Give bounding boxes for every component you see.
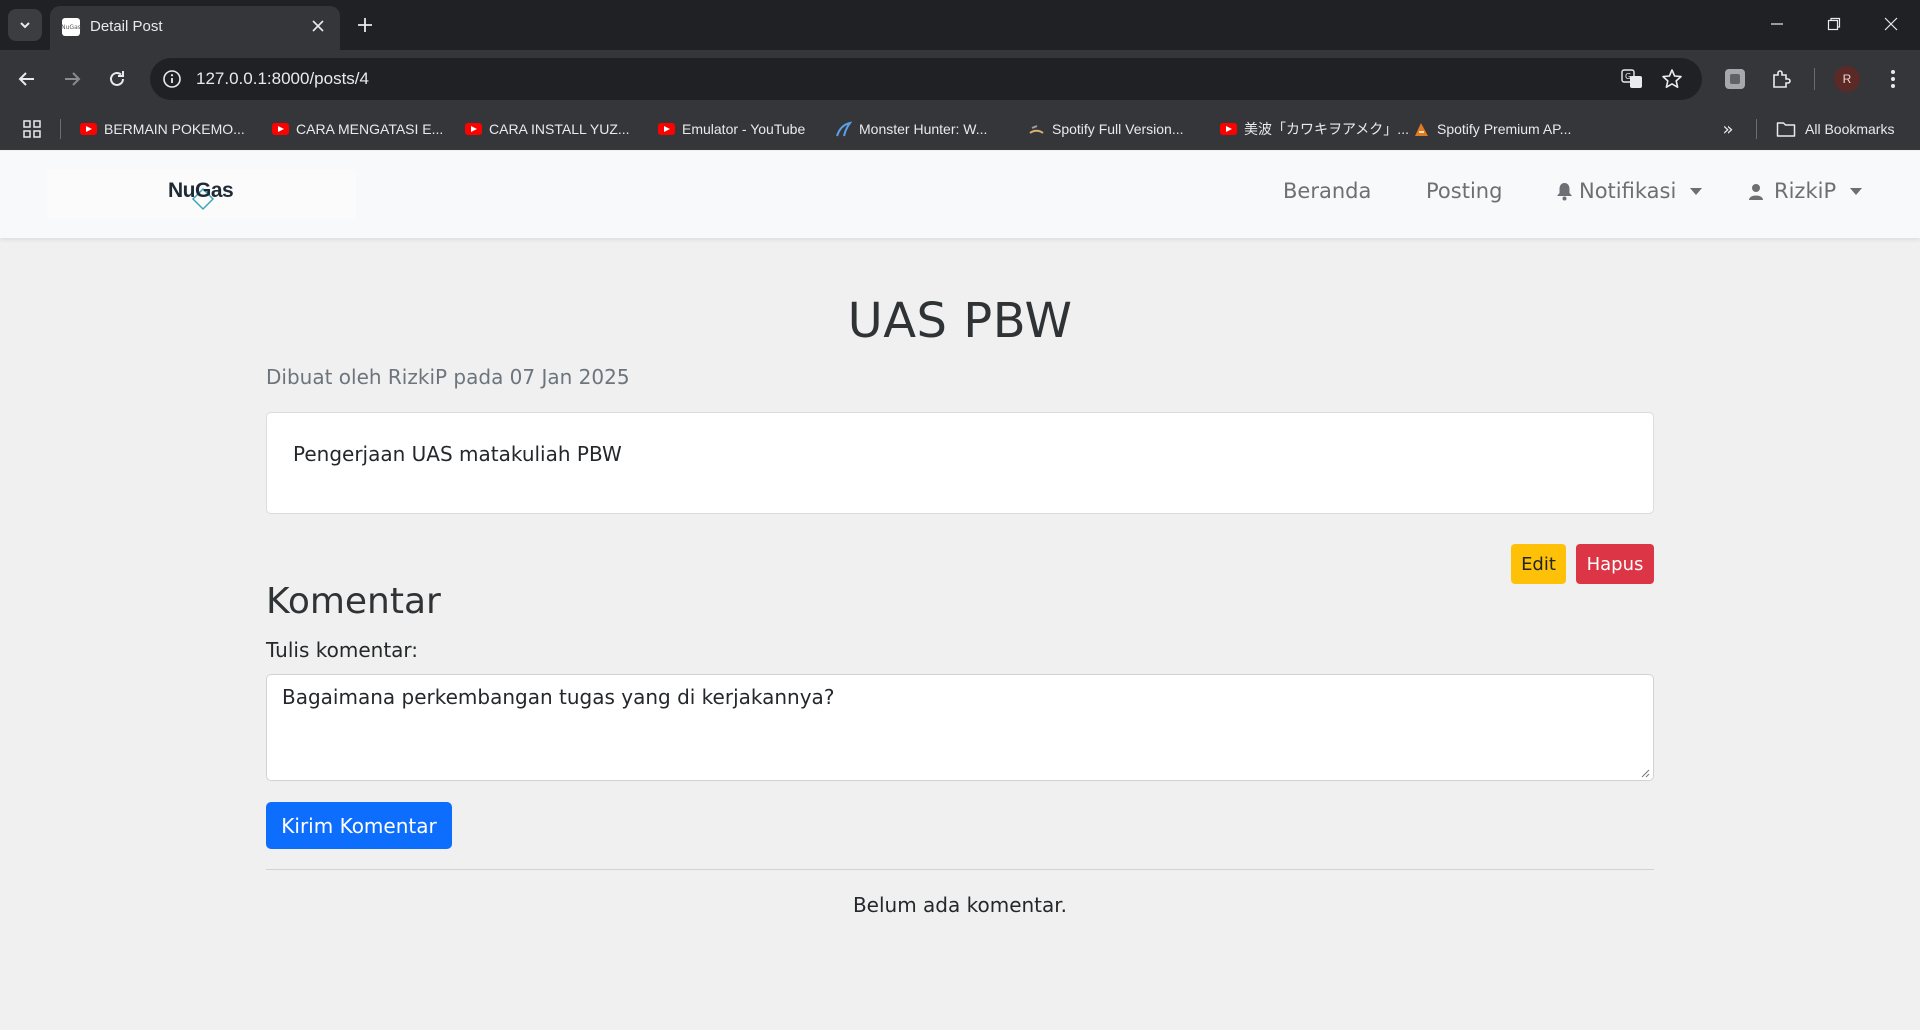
youtube-icon xyxy=(272,121,289,138)
extension-app-icon[interactable] xyxy=(1720,64,1750,94)
bookmarks-bar: BERMAIN POKEMO... CARA MENGATASI E... CA… xyxy=(0,108,1920,150)
comment-input-label: Tulis komentar: xyxy=(266,638,419,662)
reload-button[interactable] xyxy=(100,62,134,96)
bookmark-label: BERMAIN POKEMO... xyxy=(104,121,245,137)
star-icon[interactable] xyxy=(1660,67,1684,91)
back-button[interactable] xyxy=(10,62,44,96)
nav-link-posting[interactable]: Posting xyxy=(1426,179,1502,203)
bookmark-label: CARA INSTALL YUZ... xyxy=(489,121,630,137)
tab-search-button[interactable] xyxy=(8,9,42,41)
post-meta: Dibuat oleh RizkiP pada 07 Jan 2025 xyxy=(266,365,630,389)
menu-kebab-icon[interactable] xyxy=(1878,64,1908,94)
close-window-button[interactable] xyxy=(1862,0,1920,48)
close-icon xyxy=(312,20,324,32)
url-text[interactable]: 127.0.0.1:8000/posts/4 xyxy=(196,69,369,89)
nav-link-label: Notifikasi xyxy=(1579,179,1677,203)
nav-link-label: Posting xyxy=(1426,179,1503,203)
browser-tabstrip: NuGas Detail Post xyxy=(0,0,1920,50)
user-icon xyxy=(1749,183,1763,200)
submit-comment-button[interactable]: Kirim Komentar xyxy=(266,802,452,849)
minimize-icon xyxy=(1771,23,1783,25)
nav-dropdown-user[interactable]: RizkiP xyxy=(1748,179,1863,203)
bookmark-item[interactable]: Spotify Premium AP... xyxy=(1413,116,1571,142)
nav-dropdown-notifikasi[interactable]: Notifikasi xyxy=(1556,179,1703,203)
nav-link-label: RizkiP xyxy=(1774,179,1837,203)
svg-text:G: G xyxy=(1625,72,1631,81)
post-body-card: Pengerjaan UAS matakuliah PBW xyxy=(266,412,1654,514)
bookmark-label: Spotify Full Version... xyxy=(1052,121,1184,137)
bell-icon xyxy=(1557,182,1572,200)
more-bookmarks-icon[interactable]: » xyxy=(1716,117,1740,141)
delete-post-button[interactable]: Hapus xyxy=(1576,544,1654,584)
forward-button[interactable] xyxy=(55,62,89,96)
site-navbar: NuGas Beranda Posting Notifikasi RizkiP xyxy=(0,151,1920,238)
comments-divider xyxy=(266,869,1654,870)
post-title: UAS PBW xyxy=(847,293,1073,349)
bookmark-item[interactable]: CARA INSTALL YUZ... xyxy=(465,116,630,142)
bookmark-label: CARA MENGATASI E... xyxy=(296,121,444,137)
page-content: NuGas Beranda Posting Notifikasi RizkiP … xyxy=(0,151,1920,1030)
bookmark-item[interactable]: Monster Hunter: W... xyxy=(835,116,987,142)
site-info-icon[interactable] xyxy=(160,67,184,91)
comments-heading: Komentar xyxy=(266,581,441,622)
all-bookmarks-label: All Bookmarks xyxy=(1805,121,1895,137)
post-body-text: Pengerjaan UAS matakuliah PBW xyxy=(293,442,622,466)
site-logo[interactable]: NuGas xyxy=(46,169,356,219)
reload-icon xyxy=(110,71,124,86)
caret-down-icon xyxy=(1690,187,1703,195)
translate-icon[interactable]: G xyxy=(1620,67,1644,91)
restore-icon xyxy=(1827,17,1841,31)
youtube-icon xyxy=(1220,121,1237,138)
monster-hunter-icon xyxy=(835,121,852,138)
tab-close-button[interactable] xyxy=(306,14,330,38)
folder-icon xyxy=(1776,122,1796,137)
address-bar[interactable]: 127.0.0.1:8000/posts/4 G xyxy=(150,58,1702,100)
minimize-button[interactable] xyxy=(1748,0,1806,48)
active-tab[interactable]: NuGas Detail Post xyxy=(50,6,340,50)
bookmark-label: Monster Hunter: W... xyxy=(859,121,988,137)
profile-avatar[interactable]: R xyxy=(1834,66,1860,92)
profile-initial: R xyxy=(1842,72,1852,86)
no-comments-message: Belum ada komentar. xyxy=(852,893,1068,917)
arrow-right-icon xyxy=(65,72,81,86)
apps-grid-icon[interactable] xyxy=(20,117,44,141)
resize-handle-icon[interactable] xyxy=(1640,768,1650,778)
plus-icon xyxy=(358,18,372,32)
tab-title: Detail Post xyxy=(90,18,163,35)
favicon-text: NuGas xyxy=(61,23,81,31)
bookmarks-separator xyxy=(1756,119,1757,139)
comment-textarea[interactable]: Bagaimana perkembangan tugas yang di ker… xyxy=(266,674,1654,781)
bookmark-item[interactable]: Spotify Full Version... xyxy=(1028,116,1184,142)
chevron-down-icon xyxy=(20,22,30,29)
bookmark-item[interactable]: Emulator - YouTube xyxy=(658,116,805,142)
youtube-icon xyxy=(80,121,97,138)
restore-button[interactable] xyxy=(1805,0,1863,48)
close-icon xyxy=(1884,17,1898,31)
nav-link-label: Beranda xyxy=(1283,179,1372,203)
browser-toolbar: 127.0.0.1:8000/posts/4 G R xyxy=(0,50,1920,108)
new-tab-button[interactable] xyxy=(353,10,377,40)
caret-down-icon xyxy=(1850,187,1863,195)
toolbar-divider xyxy=(1814,68,1815,90)
bookmark-label: Emulator - YouTube xyxy=(682,121,806,137)
arrow-left-icon xyxy=(18,72,34,86)
edit-post-button[interactable]: Edit xyxy=(1511,544,1566,584)
spotify-site-icon xyxy=(1028,121,1045,138)
youtube-icon xyxy=(658,121,675,138)
bookmark-item[interactable]: CARA MENGATASI E... xyxy=(272,116,443,142)
spotify-premium-icon xyxy=(1413,121,1430,138)
extensions-puzzle-icon[interactable] xyxy=(1766,64,1796,94)
bookmark-label: Spotify Premium AP... xyxy=(1437,121,1572,137)
nav-link-beranda[interactable]: Beranda xyxy=(1283,179,1371,203)
all-bookmarks-button[interactable]: All Bookmarks xyxy=(1776,116,1894,142)
logo-text: NuGas xyxy=(168,179,234,202)
youtube-icon xyxy=(465,121,482,138)
bookmark-item[interactable]: BERMAIN POKEMO... xyxy=(80,116,245,142)
bookmarks-separator xyxy=(60,119,61,139)
bookmark-label: 美波「カワキヲアメク」... xyxy=(1244,121,1409,137)
bookmark-item[interactable]: 美波「カワキヲアメク」... xyxy=(1220,116,1409,142)
tab-favicon-icon: NuGas xyxy=(61,18,81,36)
